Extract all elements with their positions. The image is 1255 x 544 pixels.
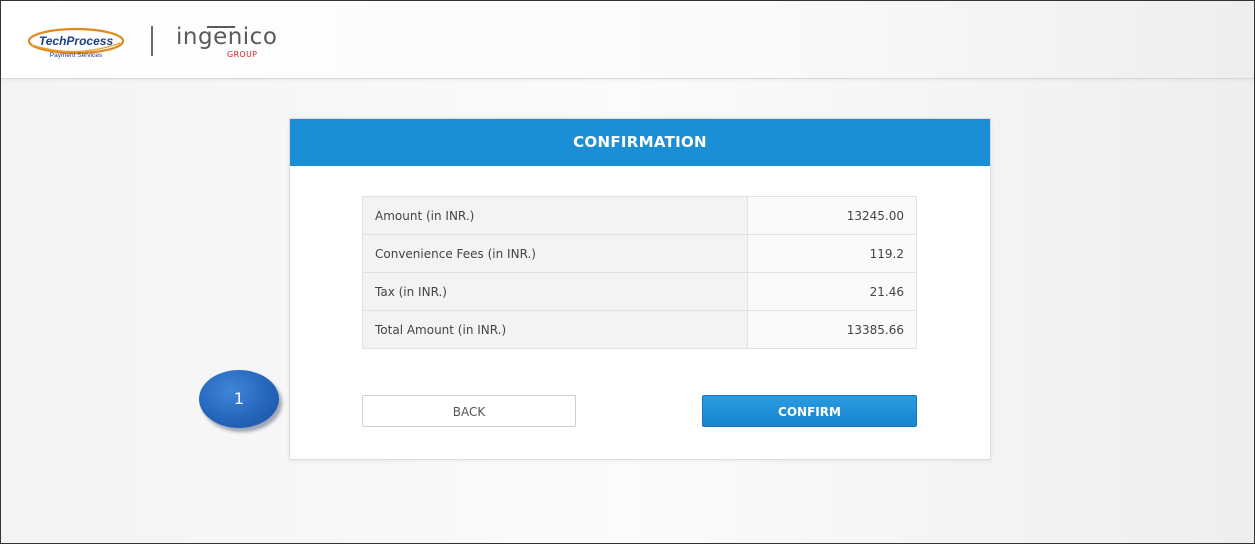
table-row: Amount (in INR.) 13245.00 xyxy=(362,196,917,235)
convenience-fees-value: 119.2 xyxy=(747,234,917,273)
tax-value: 21.46 xyxy=(747,272,917,311)
amount-label: Amount (in INR.) xyxy=(362,196,748,235)
browser-frame: TechProcess Payment Services ingenico GR… xyxy=(0,0,1255,544)
ingenico-logo: ingenico GROUP xyxy=(171,19,277,65)
ingenico-logo-text: ingenico xyxy=(176,24,278,50)
confirmation-title: CONFIRMATION xyxy=(290,119,990,166)
svg-text:Payment Services: Payment Services xyxy=(50,52,103,59)
table-row: Convenience Fees (in INR.) 119.2 xyxy=(362,234,917,273)
tax-label: Tax (in INR.) xyxy=(362,272,748,311)
amount-value: 13245.00 xyxy=(747,196,917,235)
ingenico-logo-group: GROUP xyxy=(227,50,258,59)
table-row: Total Amount (in INR.) 13385.66 xyxy=(362,310,917,349)
techprocess-logo: TechProcess Payment Services xyxy=(26,25,126,61)
payment-summary-table: Amount (in INR.) 13245.00 Convenience Fe… xyxy=(362,196,917,349)
convenience-fees-label: Convenience Fees (in INR.) xyxy=(362,234,748,273)
step-marker-1: 1 xyxy=(199,370,279,428)
total-amount-value: 13385.66 xyxy=(747,310,917,349)
confirmation-card: CONFIRMATION Amount (in INR.) 13245.00 C… xyxy=(289,118,991,460)
logo-divider xyxy=(151,26,153,56)
svg-text:TechProcess: TechProcess xyxy=(39,34,114,48)
confirm-button[interactable]: CONFIRM xyxy=(702,395,917,427)
table-row: Tax (in INR.) 21.46 xyxy=(362,272,917,311)
back-button[interactable]: BACK xyxy=(362,395,576,427)
total-amount-label: Total Amount (in INR.) xyxy=(362,310,748,349)
site-header: TechProcess Payment Services ingenico GR… xyxy=(1,1,1254,79)
